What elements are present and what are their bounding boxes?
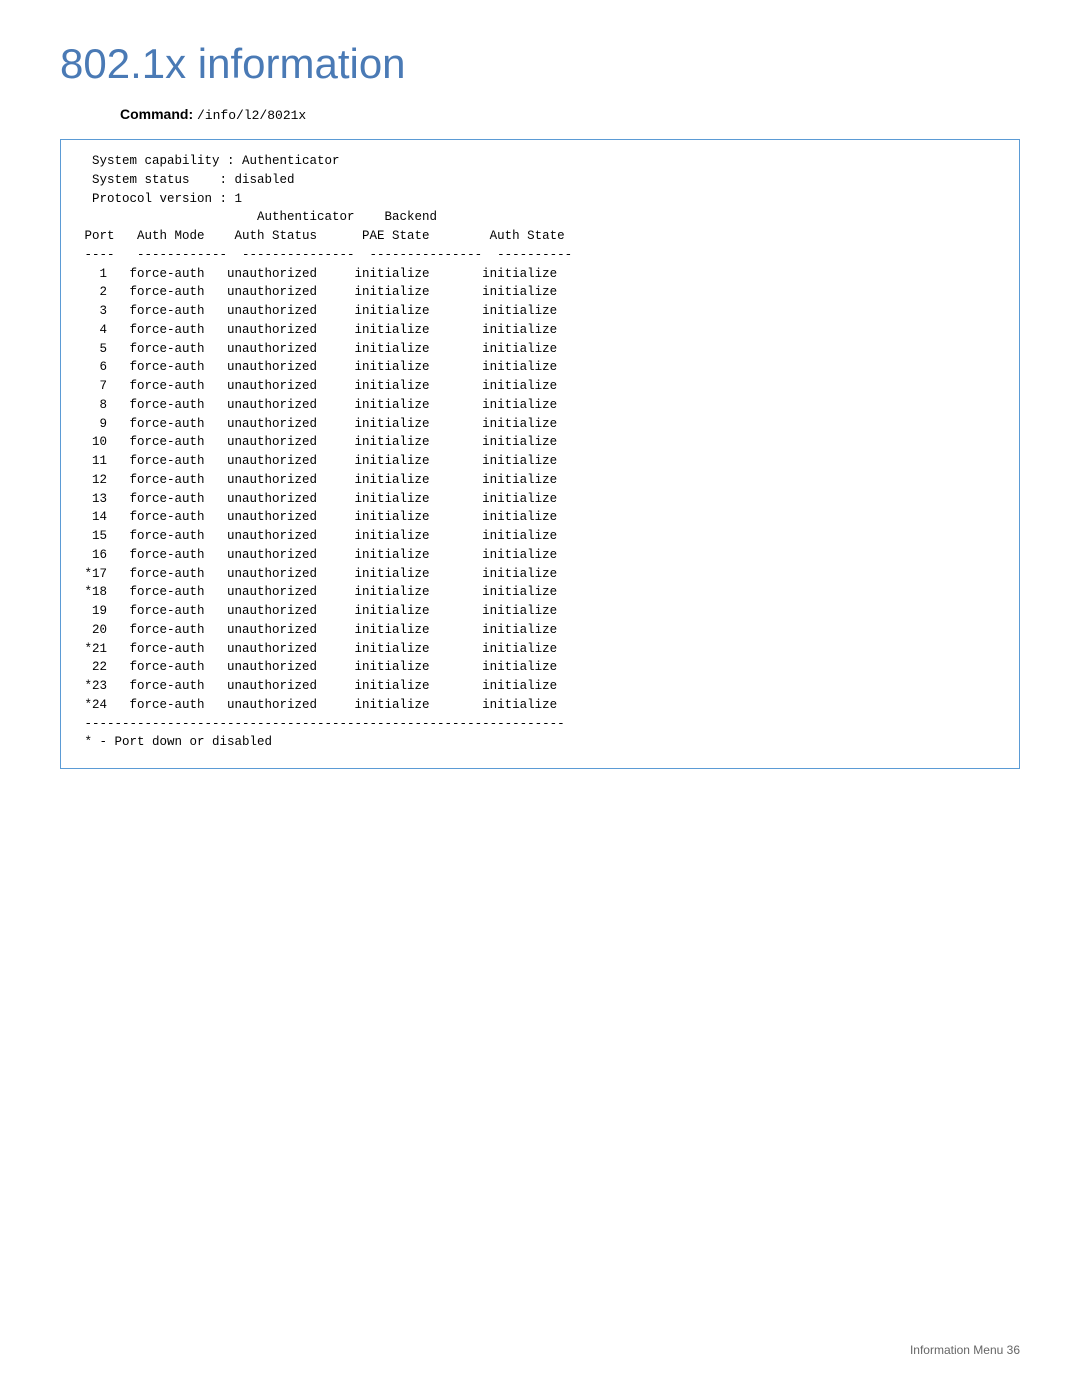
page-title: 802.1x information <box>0 0 1080 98</box>
terminal-content: System capability : Authenticator System… <box>77 152 1003 752</box>
terminal-box: System capability : Authenticator System… <box>60 139 1020 769</box>
command-label: Command: <box>120 106 193 122</box>
page-footer: Information Menu 36 <box>910 1343 1020 1357</box>
footer-text: Information Menu 36 <box>910 1343 1020 1357</box>
command-value: /info/l2/8021x <box>197 108 306 123</box>
command-line: Command: /info/l2/8021x <box>0 98 1080 139</box>
